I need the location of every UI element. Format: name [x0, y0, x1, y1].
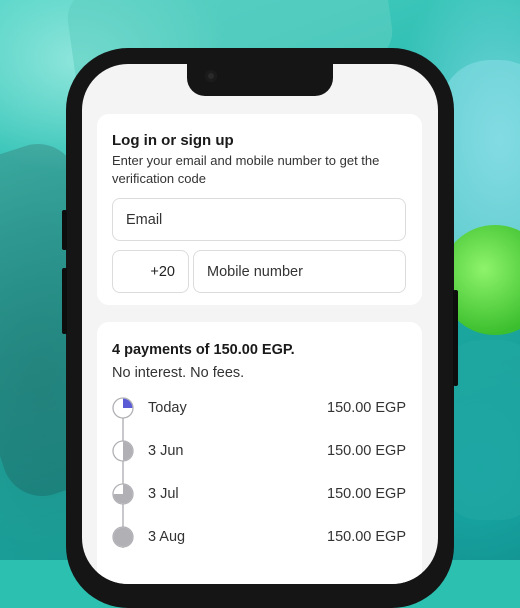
email-field[interactable]: Email — [112, 198, 406, 241]
payment-date: 3 Aug — [148, 529, 186, 545]
login-subtitle: Enter your email and mobile number to ge… — [112, 153, 380, 186]
payment-row: 3 Aug 150.00 EGP — [112, 526, 406, 548]
login-title: Log in or sign up — [112, 132, 234, 149]
phone-button — [62, 268, 67, 334]
payment-plan-title: 4 payments of 150.00 EGP. — [112, 342, 295, 358]
payment-date: 3 Jun — [148, 443, 184, 459]
mobile-placeholder: Mobile number — [207, 263, 303, 280]
payment-amount: 150.00 EGP — [327, 443, 406, 459]
payment-amount: 150.00 EGP — [327, 529, 406, 545]
payment-plan-subtitle: No interest. No fees. — [112, 365, 245, 381]
progress-half-icon — [112, 440, 134, 462]
payment-amount: 150.00 EGP — [327, 486, 406, 502]
country-code-value: +20 — [150, 263, 175, 280]
camera-icon — [205, 70, 217, 82]
phone-button — [453, 290, 458, 386]
payment-date: 3 Jul — [148, 486, 179, 502]
phone-notch — [187, 64, 333, 96]
progress-fill — [123, 398, 133, 408]
payment-row: 3 Jun 150.00 EGP — [112, 440, 406, 462]
payment-date: Today — [148, 400, 187, 416]
mobile-number-field[interactable]: Mobile number — [193, 250, 406, 293]
progress-fill — [113, 527, 133, 547]
payment-plan-card: 4 payments of 150.00 EGP. No interest. N… — [97, 322, 422, 584]
email-placeholder: Email — [126, 211, 163, 228]
progress-full-icon — [112, 526, 134, 548]
progress-three-quarter-icon — [112, 483, 134, 505]
payment-row: Today 150.00 EGP — [112, 397, 406, 419]
progress-quarter-icon — [112, 397, 134, 419]
phone-button — [62, 210, 67, 250]
payment-amount: 150.00 EGP — [327, 400, 406, 416]
payment-row: 3 Jul 150.00 EGP — [112, 483, 406, 505]
login-card: Log in or sign up Enter your email and m… — [97, 114, 422, 305]
country-code-select[interactable]: +20 — [112, 250, 189, 293]
phone-screen: Log in or sign up Enter your email and m… — [82, 64, 438, 584]
